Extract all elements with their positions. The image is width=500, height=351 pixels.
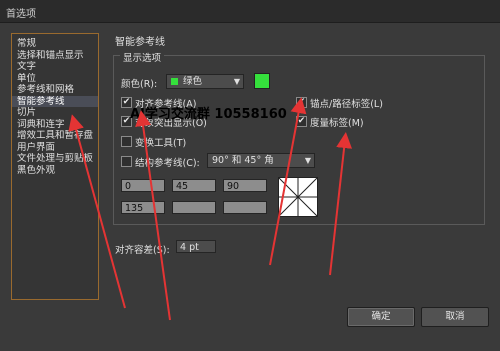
angle-field-1[interactable]: 0 [121, 179, 165, 192]
transform-tools-checkbox[interactable] [121, 136, 132, 147]
color-value: 绿色 [183, 76, 203, 87]
construction-guides-label: 结构参考线(C): [135, 158, 200, 169]
chevron-down-icon: ▼ [233, 77, 240, 86]
angle-field-5[interactable] [172, 201, 216, 214]
display-options-title: 显示选项 [120, 50, 165, 64]
construction-angles-preview-icon [278, 177, 318, 217]
color-swatch-small [171, 78, 178, 85]
construction-angles-value: 90° 和 45° 角 [212, 155, 274, 166]
window-title: 首选项 [6, 9, 36, 20]
title-bar: 首选项 [0, 0, 500, 23]
construction-angles-dropdown[interactable]: 90° 和 45° 角 ▼ [207, 153, 315, 168]
color-dropdown[interactable]: 绿色 ▼ [166, 74, 244, 89]
sidebar-item-appearance-of-black[interactable]: 黑色外观 [12, 165, 98, 177]
angle-field-2[interactable]: 45 [172, 179, 216, 192]
sidebar-item-selection-anchor-display[interactable]: 选择和锚点显示 [12, 50, 98, 62]
angle-field-4[interactable]: 135 [121, 201, 165, 214]
anchor-labels-label: 锚点/路径标签(L) [310, 99, 383, 110]
measure-labels-label: 度量标签(M) [310, 118, 364, 129]
sidebar-item-guides-grid[interactable]: 参考线和网格 [12, 84, 98, 96]
snapping-tolerance-input[interactable]: 4 pt [176, 240, 216, 253]
sidebar-item-slices[interactable]: 切片 [12, 107, 98, 119]
anchor-labels-checkbox[interactable]: ✔ [296, 97, 307, 108]
angle-field-3[interactable]: 90 [223, 179, 267, 192]
chevron-down-icon: ▼ [304, 156, 311, 165]
sidebar-item-type[interactable]: 文字 [12, 61, 98, 73]
construction-guides-checkbox[interactable] [121, 156, 132, 167]
sidebar-item-general[interactable]: 常规 [12, 38, 98, 50]
cancel-button[interactable]: 取消 [421, 307, 489, 327]
panel-title: 智能参考线 [115, 37, 165, 48]
sidebar-item-file-handling-clipboard[interactable]: 文件处理与剪贴板 [12, 153, 98, 165]
measure-labels-checkbox[interactable]: ✔ [296, 116, 307, 127]
sidebar-item-plugins-scratch-disks[interactable]: 增效工具和暂存盘 [12, 130, 98, 142]
sidebar-item-user-interface[interactable]: 用户界面 [12, 142, 98, 154]
sidebar-item-smart-guides[interactable]: 智能参考线 [12, 95, 98, 107]
color-label: 颜色(R): [121, 79, 158, 90]
ok-button[interactable]: 确定 [347, 307, 415, 327]
angle-field-6[interactable] [223, 201, 267, 214]
sidebar-item-dictionary-hyphenation[interactable]: 词典和连字 [12, 119, 98, 131]
transform-tools-label: 变换工具(T) [135, 138, 187, 149]
preferences-sidebar: 常规 选择和锚点显示 文字 单位 参考线和网格 智能参考线 切片 词典和连字 增… [11, 33, 99, 300]
watermark-text: AI学习交流群 10558160 [130, 107, 287, 122]
color-preview-swatch[interactable] [254, 73, 270, 89]
sidebar-item-units[interactable]: 单位 [12, 73, 98, 85]
snapping-tolerance-label: 对齐容差(S): [115, 245, 170, 256]
